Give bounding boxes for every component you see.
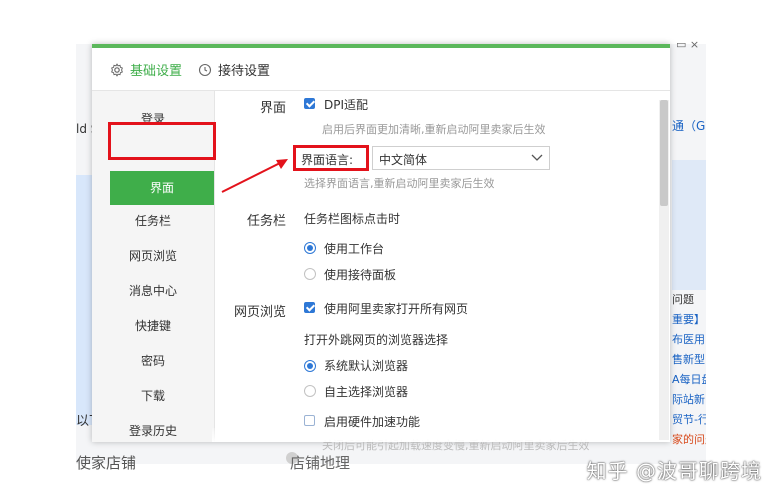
hw-accel-checkbox[interactable] [304, 415, 315, 426]
background-link: 通（G [672, 118, 705, 134]
content-scrollbar[interactable] [659, 100, 669, 440]
open-all-pages-checkbox[interactable] [304, 302, 315, 313]
sidebar-item-interface[interactable]: 界面 [110, 171, 214, 205]
browser-choice-title: 打开外跳网页的浏览器选择 [304, 333, 449, 347]
dpi-checkbox-label: DPI适配 [324, 98, 369, 112]
sidebar-item-taskbar[interactable]: 任务栏 [92, 207, 214, 235]
chat-clock-icon [198, 63, 212, 77]
section-label-taskbar: 任务栏 [246, 214, 286, 229]
annotation-red-box-language [293, 145, 369, 171]
chevron-down-icon [531, 154, 543, 161]
background-text: 使家店铺 [76, 454, 137, 472]
list-item: A每日盘 [672, 373, 706, 386]
scrollbar-thumb[interactable] [660, 100, 668, 206]
dpi-checkbox[interactable] [304, 98, 315, 109]
list-item: 问题 [672, 293, 694, 306]
sidebar-item-download[interactable]: 下载 [92, 382, 214, 410]
section-label-web: 网页浏览 [234, 305, 287, 320]
radio-use-workbench[interactable] [304, 242, 316, 254]
watermark: 知乎 @波哥聊跨境 [586, 459, 762, 483]
background-news-list: 问题 重要】 布医用 售新型 A每日盘 际站新 贸节-行 家的问题 [672, 290, 706, 450]
list-item: 布医用 [672, 333, 705, 346]
sidebar-item-login-history[interactable]: 登录历史 [92, 417, 214, 442]
tab-label: 接待设置 [218, 64, 271, 79]
language-hint: 选择界面语言,重新启动阿里卖家后生效 [304, 177, 495, 190]
list-item: 售新型 [672, 353, 705, 366]
tab-basic-settings[interactable]: 基础设置 [110, 60, 182, 79]
radio-label: 使用工作台 [324, 242, 385, 256]
open-all-pages-label: 使用阿里卖家打开所有网页 [324, 302, 469, 316]
sidebar-item-web-browsing[interactable]: 网页浏览 [92, 242, 214, 270]
radio-label: 系统默认浏览器 [324, 359, 409, 373]
sidebar-item-password[interactable]: 密码 [92, 347, 214, 375]
gear-icon [110, 62, 124, 77]
radio-use-reception-panel[interactable] [304, 268, 316, 280]
language-select[interactable]: 中文简体 [372, 146, 550, 170]
list-item: 家的问题 [672, 433, 706, 446]
tab-reception-settings[interactable]: 接待设置 [198, 60, 270, 79]
list-item: 际站新 [672, 393, 705, 406]
background-blue-strip-right [672, 160, 706, 290]
radio-system-browser[interactable] [304, 360, 316, 372]
section-label-interface: 界面 [259, 101, 286, 116]
radio-label: 使用接待面板 [324, 268, 397, 282]
list-item: 贸节-行 [672, 413, 706, 426]
content-fade [212, 428, 660, 442]
background-window-controls: ▭ × [676, 38, 700, 51]
radio-label: 自主选择浏览器 [324, 385, 409, 399]
radio-custom-browser[interactable] [304, 385, 316, 397]
annotation-red-box-interface [108, 122, 216, 160]
list-item: 重要】 [672, 313, 705, 326]
settings-tabs: 基础设置 接待设置 [92, 48, 670, 91]
background-text: 店铺地理 [290, 454, 351, 472]
taskbar-title: 任务栏图标点击时 [304, 212, 401, 226]
sidebar-item-message-center[interactable]: 消息中心 [92, 277, 214, 305]
sidebar-item-shortcuts[interactable]: 快捷键 [92, 312, 214, 340]
language-select-value: 中文简体 [379, 153, 428, 167]
background-link-text: 通（G [672, 119, 706, 133]
tab-label: 基础设置 [130, 64, 183, 79]
dpi-hint: 启用后界面更加清晰,重新启动阿里卖家后生效 [322, 123, 546, 136]
